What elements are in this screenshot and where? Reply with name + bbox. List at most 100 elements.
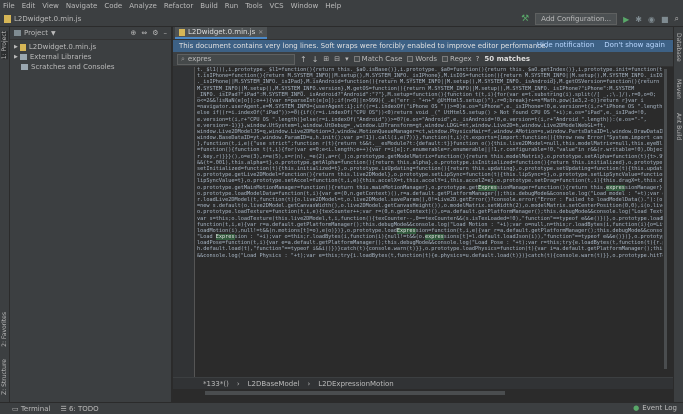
js-file-icon	[4, 14, 11, 23]
todo-icon: ☰	[60, 404, 69, 413]
chevron-right-icon: ▶	[14, 44, 18, 50]
status-bar: ▭ Terminal ☰ 6: TODO ● Event Log	[0, 402, 683, 414]
event-log-button[interactable]: Event Log	[642, 404, 677, 412]
locate-icon[interactable]: ⊕	[130, 29, 136, 37]
project-view-icon	[14, 30, 21, 36]
run-toolbar: ⚒ Add Configuration... ▶ ✱ ◉ ■ ⌕	[521, 13, 679, 25]
chevron-right-icon: ›	[236, 379, 240, 388]
match-case-checkbox[interactable]: Match Case	[353, 55, 403, 63]
todo-tab[interactable]: ☰ 6: TODO	[60, 405, 98, 413]
next-occurrence-icon[interactable]: ↓	[312, 55, 319, 64]
tree-item-label: L2Dwidget.0.min.js	[28, 43, 97, 51]
words-label: Words	[415, 55, 438, 63]
terminal-label: Terminal	[20, 404, 51, 413]
stop-icon[interactable]: ■	[661, 15, 669, 24]
hide-notification-link[interactable]: Hide notification	[537, 41, 595, 49]
breadcrumb-item[interactable]: L2DExpressionMotion	[318, 380, 393, 388]
notification-text: This document contains very long lines. …	[179, 42, 548, 50]
library-icon	[19, 54, 27, 60]
dont-show-again-link[interactable]: Don't show again	[604, 41, 665, 49]
coverage-icon[interactable]: ◉	[648, 15, 655, 24]
menu-item-help[interactable]: Help	[325, 2, 341, 10]
close-icon[interactable]: ✕	[258, 29, 263, 36]
editor-tab-label: L2Dwidget.0.min.js	[188, 28, 256, 36]
hammer-icon[interactable]: ⚒	[521, 14, 529, 24]
editor-tab-bar: L2Dwidget.0.min.js ✕	[173, 27, 673, 40]
tree-item-external-libraries[interactable]: ▶ External Libraries	[10, 52, 171, 62]
help-icon[interactable]: ?	[476, 55, 480, 63]
menu-item-window[interactable]: Window	[291, 2, 319, 10]
editor-tab[interactable]: L2Dwidget.0.min.js ✕	[175, 27, 268, 39]
menu-bar: File Edit View Navigate Code Analyze Refactor B…	[0, 0, 683, 11]
search-input[interactable]: ⌕ expres	[177, 53, 295, 65]
code-lines[interactable]: t._$l1()),i.prototype._$l1=function(){re…	[197, 67, 665, 377]
menu-item-run[interactable]: Run	[225, 2, 238, 10]
structure-tool-tab[interactable]: Z: Structure	[1, 359, 8, 395]
horizontal-scrollbar[interactable]	[195, 390, 665, 396]
todo-label: 6: TODO	[68, 404, 99, 413]
breadcrumb: *133*() › L2DBaseModel › L2DExpressionMo…	[173, 377, 673, 389]
run-icon[interactable]: ▶	[623, 15, 629, 24]
database-tool-tab[interactable]: Database	[675, 33, 682, 62]
select-all-icon[interactable]: ⊟	[334, 55, 340, 63]
code-line: &&console.log("Load Physics : "+t);var e…	[197, 252, 665, 259]
chevron-down-icon[interactable]: ▼	[51, 30, 56, 37]
match-count: 50 matches	[484, 55, 530, 63]
left-tool-strip: 1: Project 2: Favorites Z: Structure	[0, 27, 10, 402]
project-panel: Project ▼ ⊕ ⇔ ⚙ – ▶ L2Dwidget.0.min.js ▶…	[10, 27, 172, 402]
tree-item-label: External Libraries	[29, 53, 92, 61]
menu-item-tools[interactable]: Tools	[245, 2, 262, 10]
search-input-value: expres	[187, 55, 212, 63]
js-file-icon	[179, 28, 185, 36]
breadcrumb-item[interactable]: *133*()	[203, 380, 229, 388]
match-case-label: Match Case	[361, 55, 403, 63]
regex-checkbox[interactable]: Regex?	[442, 55, 479, 63]
vertical-scrollbar[interactable]	[663, 67, 668, 377]
menu-item-analyze[interactable]: Analyze	[129, 2, 157, 10]
chevron-right-icon: ›	[307, 379, 311, 388]
maven-tool-tab[interactable]: Maven	[675, 79, 682, 99]
editor-area: L2Dwidget.0.min.js ✕ This document conta…	[173, 27, 673, 402]
tree-item-file[interactable]: ▶ L2Dwidget.0.min.js	[10, 42, 171, 52]
project-tool-tab[interactable]: 1: Project	[1, 31, 8, 60]
breadcrumb-item[interactable]: L2DBaseModel	[248, 380, 300, 388]
favorites-tool-tab[interactable]: 2: Favorites	[1, 312, 8, 347]
right-tool-strip: Database Maven Ant Build	[673, 27, 683, 402]
hide-icon[interactable]: –	[164, 29, 168, 37]
menu-item-refactor[interactable]: Refactor	[164, 2, 193, 10]
debug-icon[interactable]: ✱	[635, 15, 642, 24]
tree-item-scratches[interactable]: Scratches and Consoles	[10, 62, 171, 72]
tree-item-label: Scratches and Consoles	[31, 63, 115, 71]
regex-label: Regex	[450, 55, 472, 63]
settings-gear-icon[interactable]: ⚙	[152, 29, 158, 37]
project-panel-header: Project ▼ ⊕ ⇔ ⚙ –	[10, 27, 171, 40]
menu-item-vcs[interactable]: VCS	[269, 2, 283, 10]
previous-occurrence-icon[interactable]: ↑	[300, 55, 307, 64]
menu-item-navigate[interactable]: Navigate	[66, 2, 97, 10]
code-editor[interactable]: t._$l1()),i.prototype._$l1=function(){re…	[173, 67, 668, 377]
search-icon: ⌕	[181, 54, 185, 63]
nav-file-name[interactable]: L2Dwidget.0.min.js	[14, 15, 81, 23]
menu-item-build[interactable]: Build	[200, 2, 218, 10]
line-gutter	[173, 67, 195, 377]
event-log-icon: ●	[633, 404, 640, 412]
search-everywhere-icon[interactable]: ⌕	[675, 14, 679, 24]
project-panel-title[interactable]: Project	[24, 29, 48, 37]
menu-item-edit[interactable]: Edit	[22, 2, 36, 10]
menu-item-view[interactable]: View	[42, 2, 59, 10]
terminal-icon: ▭	[12, 404, 21, 413]
collapse-all-icon[interactable]: ⇔	[141, 29, 147, 37]
words-checkbox[interactable]: Words	[407, 55, 437, 63]
filter-icon[interactable]: ▾	[345, 55, 349, 63]
menu-item-file[interactable]: File	[3, 2, 15, 10]
ant-build-tool-tab[interactable]: Ant Build	[675, 113, 682, 140]
js-file-icon	[19, 43, 26, 51]
long-lines-notification: This document contains very long lines. …	[173, 40, 673, 52]
menu-item-code[interactable]: Code	[104, 2, 122, 10]
add-configuration-button[interactable]: Add Configuration...	[535, 13, 618, 25]
find-bar: ⌕ expres ↑ ↓ ⊞ ⊟ ▾ Match Case Words Rege…	[173, 52, 673, 67]
scratches-icon	[21, 64, 28, 70]
find-all-icon[interactable]: ⊞	[323, 55, 329, 63]
chevron-right-icon: ▶	[14, 54, 18, 60]
terminal-tab[interactable]: ▭ Terminal	[12, 405, 50, 413]
